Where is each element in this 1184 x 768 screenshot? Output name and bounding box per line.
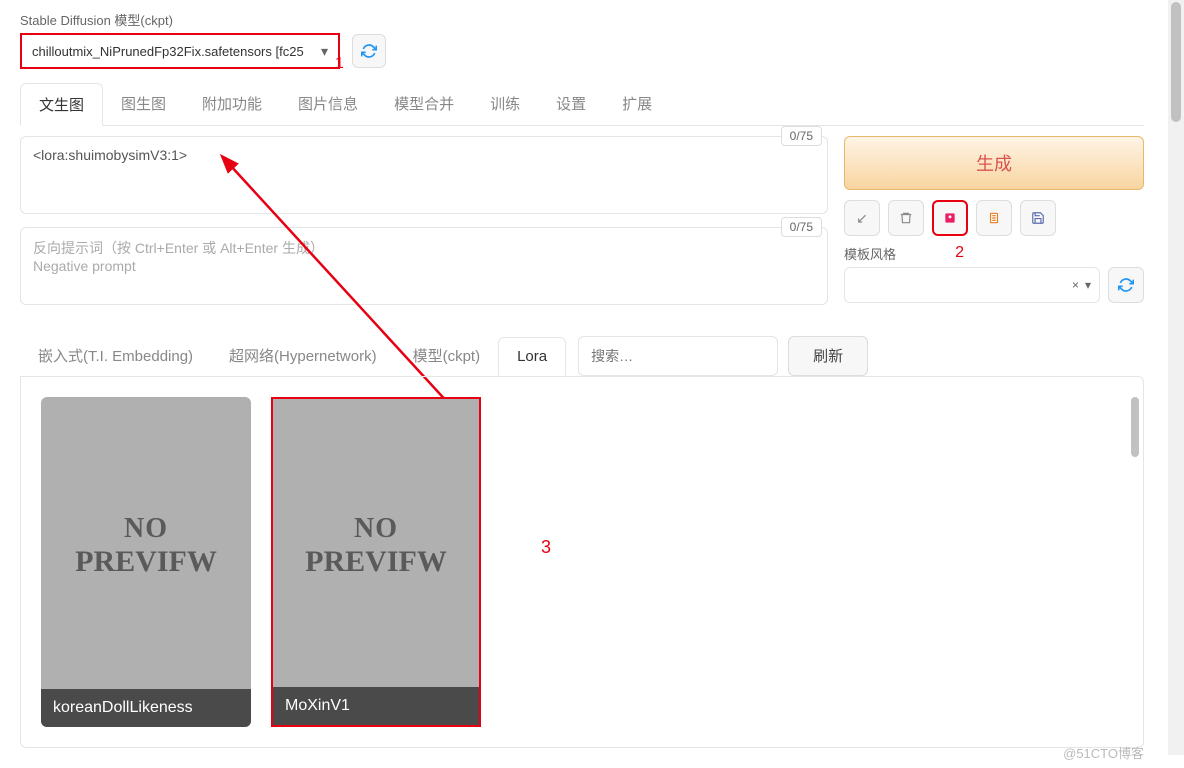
- tab-settings[interactable]: 设置: [538, 83, 604, 125]
- no-preview-placeholder: NO PREVIFW: [75, 513, 217, 579]
- lora-cards-panel: NO PREVIFW koreanDollLikeness NO PREVIFW…: [20, 376, 1144, 748]
- annotation-2: 2: [955, 244, 964, 262]
- no-preview-placeholder: NO PREVIFW: [305, 513, 447, 579]
- watermark: @51CTO博客: [1063, 743, 1144, 762]
- search-input[interactable]: [578, 336, 778, 376]
- lora-card-moxin[interactable]: NO PREVIFW MoXinV1: [271, 397, 481, 727]
- checkpoint-value: chilloutmix_NiPrunedFp32Fix.safetensors …: [32, 44, 304, 59]
- checkpoint-label: Stable Diffusion 模型(ckpt): [20, 10, 1144, 29]
- neg-counter: 0/75: [781, 217, 822, 237]
- tab-hypernetwork[interactable]: 超网络(Hypernetwork): [211, 335, 395, 376]
- extra-networks-tabs: 嵌入式(T.I. Embedding) 超网络(Hypernetwork) 模型…: [20, 335, 1144, 376]
- annotation-1: 1: [335, 55, 344, 73]
- prompt-input[interactable]: [20, 136, 828, 214]
- extra-networks-button[interactable]: [932, 200, 968, 236]
- refresh-list-button[interactable]: 刷新: [788, 336, 868, 376]
- negative-prompt-input[interactable]: 反向提示词（按 Ctrl+Enter 或 Alt+Enter 生成） Negat…: [20, 227, 828, 305]
- refresh-checkpoint-button[interactable]: [352, 34, 386, 68]
- card-label: koreanDollLikeness: [41, 689, 251, 727]
- tab-imageinfo[interactable]: 图片信息: [280, 83, 376, 125]
- card-label: MoXinV1: [273, 687, 479, 725]
- clear-icon[interactable]: ×: [1072, 278, 1079, 292]
- page-scrollbar-thumb[interactable]: [1171, 2, 1181, 122]
- neg-placeholder-1: 反向提示词（按 Ctrl+Enter 或 Alt+Enter 生成）: [33, 238, 815, 258]
- page-scrollbar-track[interactable]: [1168, 0, 1184, 755]
- checkpoint-dropdown[interactable]: chilloutmix_NiPrunedFp32Fix.safetensors …: [20, 33, 340, 69]
- annotation-3: 3: [541, 537, 551, 558]
- tab-extensions[interactable]: 扩展: [604, 83, 670, 125]
- style-label: 模板风格: [844, 244, 1144, 263]
- main-tabs: 文生图 图生图 附加功能 图片信息 模型合并 训练 设置 扩展: [20, 83, 1144, 126]
- refresh-style-button[interactable]: [1108, 267, 1144, 303]
- tab-img2img[interactable]: 图生图: [103, 83, 184, 125]
- clipboard-icon-button[interactable]: [976, 200, 1012, 236]
- chevron-down-icon: ▾: [1085, 278, 1091, 292]
- neg-placeholder-2: Negative prompt: [33, 258, 815, 274]
- tab-lora[interactable]: Lora: [498, 337, 566, 376]
- tab-txt2img[interactable]: 文生图: [20, 83, 103, 126]
- tab-train[interactable]: 训练: [472, 83, 538, 125]
- tab-embedding[interactable]: 嵌入式(T.I. Embedding): [20, 335, 211, 376]
- cards-scrollbar[interactable]: [1131, 397, 1139, 457]
- arrow-icon-button[interactable]: ↙: [844, 200, 880, 236]
- lora-card-koreandoll[interactable]: NO PREVIFW koreanDollLikeness: [41, 397, 251, 727]
- tab-ckpt[interactable]: 模型(ckpt): [395, 335, 499, 376]
- save-icon-button[interactable]: [1020, 200, 1056, 236]
- tab-extras[interactable]: 附加功能: [184, 83, 280, 125]
- prompt-counter: 0/75: [781, 126, 822, 146]
- chevron-down-icon: ▾: [321, 43, 328, 60]
- tab-merge[interactable]: 模型合并: [376, 83, 472, 125]
- style-select[interactable]: × ▾: [844, 267, 1100, 303]
- generate-button[interactable]: 生成: [844, 136, 1144, 190]
- trash-icon-button[interactable]: [888, 200, 924, 236]
